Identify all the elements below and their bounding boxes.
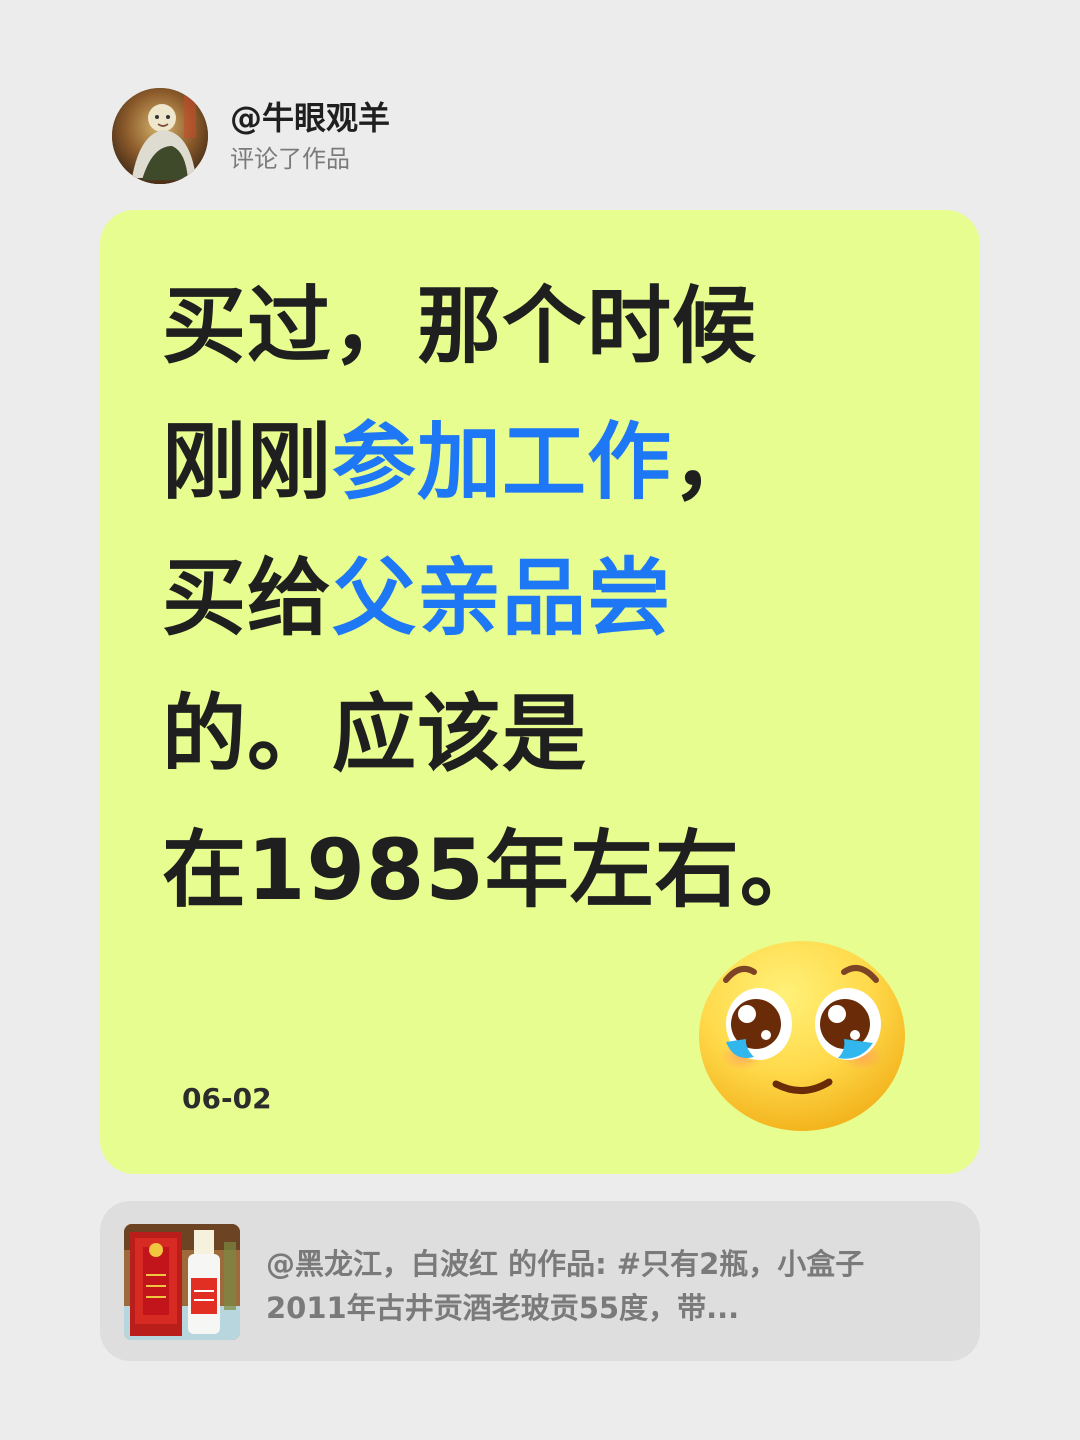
comment-segment: 买给: [162, 549, 333, 647]
avatar-image: [112, 88, 208, 184]
comment-date: 06-02: [182, 1082, 272, 1115]
comment-segment: 刚刚: [162, 413, 333, 511]
comment-segment: 在1985年左右。: [162, 821, 825, 919]
username[interactable]: @牛眼观羊: [230, 98, 390, 138]
comment-text: 买过，那个时候 刚刚参加工作， 买给父亲品尝 的。应该是 在1985年左右。: [162, 258, 922, 938]
comment-highlight: 参加工作: [332, 413, 673, 511]
source-thumbnail[interactable]: [124, 1224, 240, 1340]
source-work-description: @黑龙江，白波红 的作品: #只有2瓶，小盒子2011年古井贡酒老玻贡55度，带…: [266, 1247, 865, 1325]
liquor-box-thumbnail: [124, 1224, 240, 1340]
pleading-face-icon: [699, 941, 905, 1131]
source-work-card[interactable]: @黑龙江，白波红 的作品: #只有2瓶，小盒子2011年古井贡酒老玻贡55度，带…: [100, 1201, 980, 1361]
comment-card: 买过，那个时候 刚刚参加工作， 买给父亲品尝 的。应该是 在1985年左右。 06-02: [100, 210, 980, 1174]
comment-highlight: 父亲品尝: [332, 549, 673, 647]
comment-action-label: 评论了作品: [230, 145, 350, 173]
avatar[interactable]: [112, 88, 208, 184]
comment-line: 买给父亲品尝: [162, 530, 922, 666]
comment-line: 刚刚参加工作，: [162, 394, 922, 530]
comment-header: @牛眼观羊 评论了作品: [112, 88, 390, 184]
comment-segment: 买过，那个时候: [162, 277, 758, 375]
comment-line: 的。应该是: [162, 666, 922, 802]
comment-segment: ，: [672, 413, 758, 511]
comment-line: 在1985年左右。: [162, 802, 922, 938]
comment-line: 买过，那个时候: [162, 258, 922, 394]
comment-segment: 的。应该是: [162, 685, 588, 783]
